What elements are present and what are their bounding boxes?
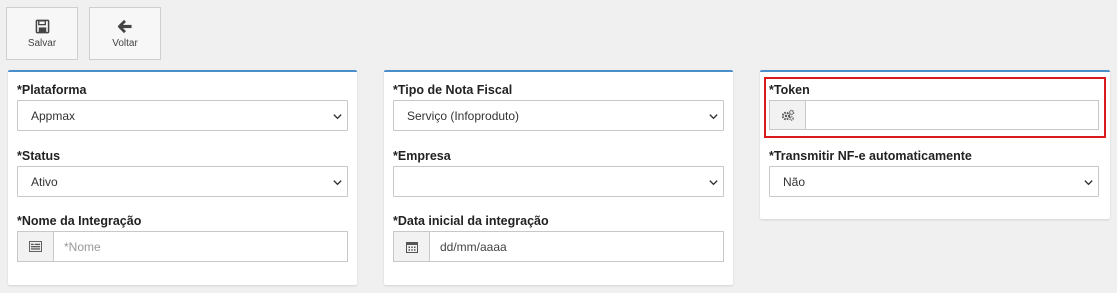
plataforma-select[interactable]: Appmax [17, 100, 348, 131]
tipo-nota-value: Serviço (Infoproduto) [407, 108, 520, 123]
tipo-nota-field: *Tipo de Nota Fiscal Serviço (Infoprodut… [393, 82, 724, 131]
toolbar: Salvar Voltar [6, 7, 161, 60]
save-label: Salvar [27, 37, 57, 49]
chevron-down-icon [333, 114, 342, 120]
transmitir-field: *Transmitir NF-e automaticamente Não [769, 148, 1099, 197]
plataforma-field: *Plataforma Appmax [17, 82, 348, 131]
nome-label: *Nome da Integração [17, 214, 142, 228]
panel-fiscal: *Tipo de Nota Fiscal Serviço (Infoprodut… [384, 70, 733, 285]
nome-input[interactable] [54, 232, 347, 261]
status-field: *Status Ativo [17, 148, 348, 197]
token-input-group [769, 100, 1099, 130]
empresa-field: *Empresa [393, 148, 724, 197]
gears-icon [770, 101, 806, 129]
token-label: *Token [769, 83, 810, 97]
empresa-label: *Empresa [393, 149, 451, 163]
chevron-down-icon [709, 180, 718, 186]
transmitir-label: *Transmitir NF-e automaticamente [769, 149, 972, 163]
tipo-nota-select[interactable]: Serviço (Infoproduto) [393, 100, 724, 131]
empresa-select[interactable] [393, 166, 724, 197]
panel-token: *Token *Transmitir NF-e automaticamente … [760, 70, 1110, 219]
data-inicial-field: *Data inicial da integração [393, 213, 724, 262]
status-select[interactable]: Ativo [17, 166, 348, 197]
plataforma-value: Appmax [31, 108, 76, 123]
data-inicial-input-group [393, 231, 724, 262]
data-inicial-label: *Data inicial da integração [393, 214, 549, 228]
back-label: Voltar [112, 37, 138, 49]
save-button[interactable]: Salvar [6, 7, 78, 60]
status-value: Ativo [31, 174, 58, 189]
arrow-left-icon [117, 19, 132, 33]
nome-input-group [17, 231, 348, 262]
nome-field: *Nome da Integração [17, 213, 348, 262]
save-icon [35, 19, 49, 33]
tipo-nota-label: *Tipo de Nota Fiscal [393, 83, 513, 97]
token-input[interactable] [806, 101, 1098, 129]
chevron-down-icon [1084, 180, 1093, 186]
status-label: *Status [17, 149, 61, 163]
plataforma-label: *Plataforma [17, 83, 87, 97]
transmitir-value: Não [783, 174, 806, 189]
transmitir-select[interactable]: Não [769, 166, 1099, 197]
chevron-down-icon [709, 114, 718, 120]
calendar-icon [394, 232, 430, 261]
data-inicial-input[interactable] [430, 232, 723, 261]
id-card-icon [18, 232, 54, 261]
chevron-down-icon [333, 180, 342, 186]
panel-integration: *Plataforma Appmax *Status Ativo *Nome d… [8, 70, 357, 285]
token-field: *Token [769, 82, 1099, 130]
back-button[interactable]: Voltar [89, 7, 161, 60]
